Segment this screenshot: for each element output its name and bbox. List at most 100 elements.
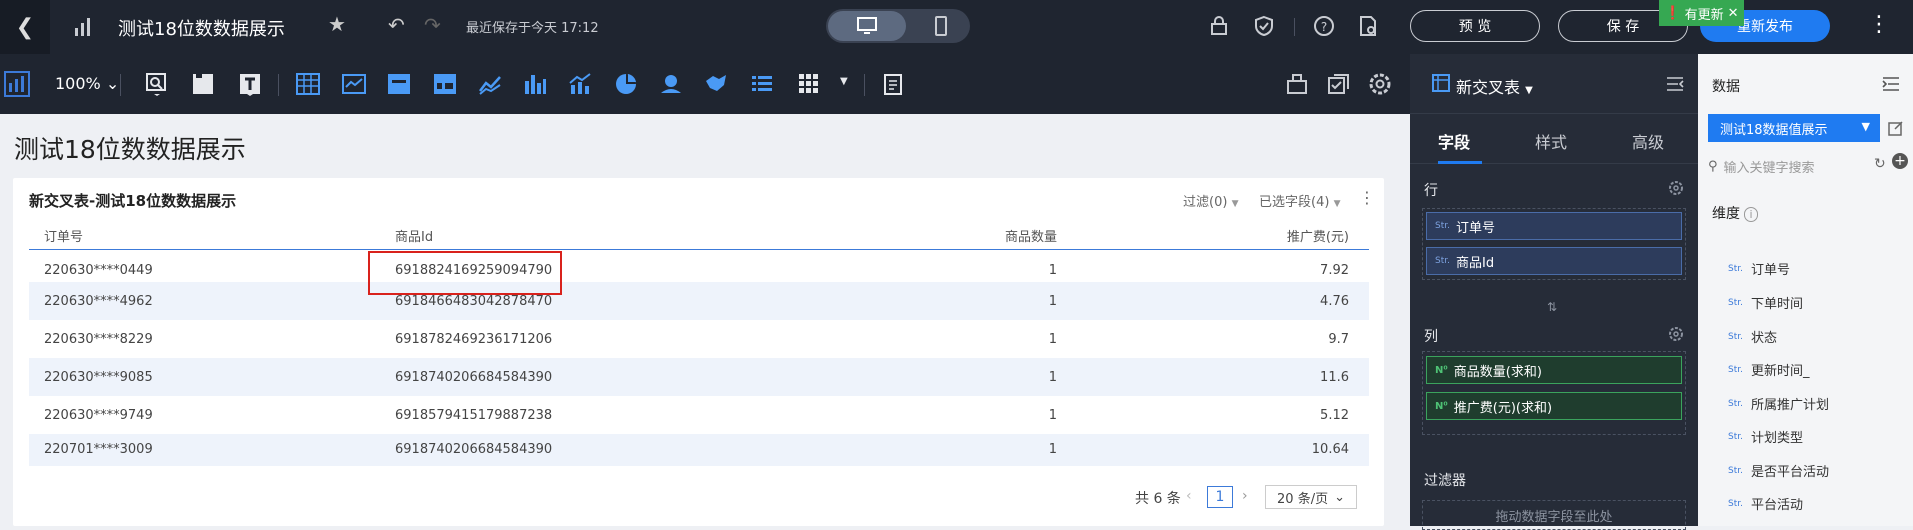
table-row[interactable]: 220630****9749 6918579415179887238 1 5.1… [29, 396, 1369, 434]
help-icon[interactable]: ? [1312, 14, 1336, 38]
tab-advanced[interactable]: 高级 [1632, 129, 1664, 153]
table-row[interactable]: 220701****3009 6918740206684584390 1 10.… [29, 434, 1369, 466]
column-header[interactable]: 推广费(元) [1287, 226, 1349, 245]
back-button[interactable]: ❮ [0, 0, 50, 54]
pager-total: 共 6 条 [1135, 491, 1181, 507]
dashboard-grid-icon[interactable] [4, 71, 30, 97]
search-input[interactable]: 输入关键字搜索 [1724, 157, 1815, 176]
field-label: 下单时间 [1750, 297, 1803, 312]
preview-button[interactable]: 预 览 [1410, 10, 1540, 42]
page-title[interactable]: 测试18位数数据展示 [14, 130, 246, 166]
collapse-panel-icon[interactable] [1666, 76, 1684, 92]
trend-table-icon[interactable] [341, 71, 367, 97]
map-icon[interactable] [703, 71, 729, 97]
product-id-cell: 6918579415179887238 [395, 408, 553, 423]
active-tab-indicator [1438, 161, 1482, 164]
update-badge-label: 有更新 [1684, 7, 1724, 23]
bubble-map-icon[interactable] [658, 71, 684, 97]
column-field-pill[interactable]: N⁰ 商品数量(求和) [1426, 356, 1682, 384]
star-icon[interactable]: ★ [328, 12, 346, 36]
dimension-field[interactable]: Str. 是否平台活动 [1728, 461, 1829, 480]
close-icon[interactable]: ✕ [1728, 6, 1739, 21]
filter-dropdown[interactable]: 过滤(0) ▼ [1183, 191, 1238, 210]
more-vertical-icon[interactable]: ⋮ [1868, 12, 1890, 37]
table-row[interactable]: 220630****4962 6918466483042878470 1 4.7… [29, 282, 1369, 320]
columns-section-label: 列 [1424, 329, 1438, 345]
redo-icon[interactable]: ↷ [424, 13, 441, 37]
filters-section-label: 过滤器 [1424, 473, 1466, 489]
cross-table-icon[interactable] [295, 71, 321, 97]
more-charts-icon[interactable] [796, 71, 822, 97]
selected-fields-dropdown[interactable]: 已选字段(4) ▼ [1259, 191, 1340, 210]
add-icon[interactable]: + [1892, 153, 1908, 169]
info-icon[interactable]: i [1744, 207, 1758, 222]
row-field-pill[interactable]: Str. 商品Id [1426, 247, 1682, 275]
tab-container-icon[interactable] [190, 71, 216, 97]
lock-icon[interactable] [1207, 14, 1231, 38]
mobile-view-button[interactable] [916, 11, 966, 41]
shield-icon[interactable] [1252, 14, 1276, 38]
quantity-cell: 1 [1048, 408, 1057, 423]
gear-icon[interactable] [1668, 180, 1684, 196]
config-header: 新交叉表 ▼ [1410, 54, 1698, 114]
cross-table-card[interactable]: 新交叉表-测试18位数数据展示 过滤(0) ▼ 已选字段(4) ▼ ⋮ 订单号 … [13, 178, 1384, 526]
dashboard-title[interactable]: 测试18位数数据展示 [118, 15, 285, 41]
column-chart-icon[interactable] [522, 71, 548, 97]
gear-icon[interactable] [1367, 71, 1393, 97]
column-header[interactable]: 商品数量 [1005, 226, 1057, 245]
desktop-view-button[interactable] [828, 11, 906, 41]
page-number-current[interactable]: 1 [1207, 486, 1233, 508]
field-type-tag: Str. [1728, 364, 1743, 375]
chart-type-label: 新交叉表 [1456, 78, 1521, 97]
table-row[interactable]: 220630****8229 6918782469236171206 1 9.7 [29, 320, 1369, 358]
tab-fields[interactable]: 字段 [1438, 129, 1470, 153]
column-header[interactable]: 商品Id [395, 226, 433, 245]
check-list-icon[interactable] [1326, 71, 1352, 97]
dimension-field[interactable]: Str. 下单时间 [1728, 293, 1803, 312]
collapse-panel-icon[interactable] [1882, 76, 1900, 92]
dimension-field[interactable]: Str. 订单号 [1728, 259, 1790, 278]
zoom-select[interactable]: 100% ⌄ [55, 74, 119, 93]
dimension-field[interactable]: Str. 所属推广计划 [1728, 394, 1829, 413]
update-badge[interactable]: ❗ 有更新 ✕ [1659, 0, 1744, 26]
field-search[interactable]: ⚲ 输入关键字搜索 [1708, 154, 1868, 178]
query-control-icon[interactable] [144, 71, 170, 97]
gear-icon[interactable] [1668, 326, 1684, 342]
column-field-pill[interactable]: N⁰ 推广费(元)(求和) [1426, 392, 1682, 420]
list-icon[interactable] [749, 71, 775, 97]
edit-icon[interactable] [1888, 120, 1904, 136]
refresh-icon[interactable]: ↻ [1874, 156, 1886, 172]
field-label: 平台活动 [1750, 498, 1803, 513]
dimension-field[interactable]: Str. 计划类型 [1728, 427, 1803, 446]
highlight-box [368, 251, 562, 295]
dimension-field[interactable]: Str. 更新时间_ [1728, 360, 1810, 379]
doc-settings-icon[interactable] [1356, 14, 1380, 38]
pie-chart-icon[interactable] [613, 71, 639, 97]
dimension-field[interactable]: Str. 状态 [1728, 327, 1777, 346]
field-label: 订单号 [1750, 263, 1790, 278]
combo-chart-icon[interactable] [567, 71, 593, 97]
product-id-cell: 6918782469236171206 [395, 332, 553, 347]
page-size-select[interactable]: 20 条/页 ⌄ [1265, 485, 1357, 509]
line-chart-icon[interactable] [477, 71, 503, 97]
monitor-icon [857, 17, 877, 34]
indicator-board-icon[interactable] [432, 71, 458, 97]
kpi-card-icon[interactable] [386, 71, 412, 97]
swap-icon[interactable]: ⇅ [1547, 300, 1557, 314]
row-field-pill[interactable]: Str. 订单号 [1426, 212, 1682, 240]
dataset-select[interactable]: 测试18数据值展示 ▼ [1708, 114, 1880, 142]
caret-down-icon[interactable]: ▼ [840, 76, 848, 87]
text-icon[interactable] [237, 71, 263, 97]
table-row[interactable]: 220630****9085 6918740206684584390 1 11.… [29, 358, 1369, 396]
prev-page-icon[interactable]: ‹ [1186, 488, 1192, 504]
template-icon[interactable] [1284, 71, 1310, 97]
more-vertical-icon[interactable]: ⋮ [1359, 188, 1375, 207]
chart-type-select[interactable]: 新交叉表 ▼ [1456, 74, 1533, 98]
clipboard-icon[interactable] [880, 71, 906, 97]
field-type-tag: Str. [1728, 263, 1743, 274]
column-header[interactable]: 订单号 [44, 226, 83, 245]
dimension-field[interactable]: Str. 平台活动 [1728, 494, 1803, 513]
undo-icon[interactable]: ↶ [388, 13, 405, 37]
tab-style[interactable]: 样式 [1535, 129, 1567, 153]
next-page-icon[interactable]: › [1242, 488, 1248, 504]
